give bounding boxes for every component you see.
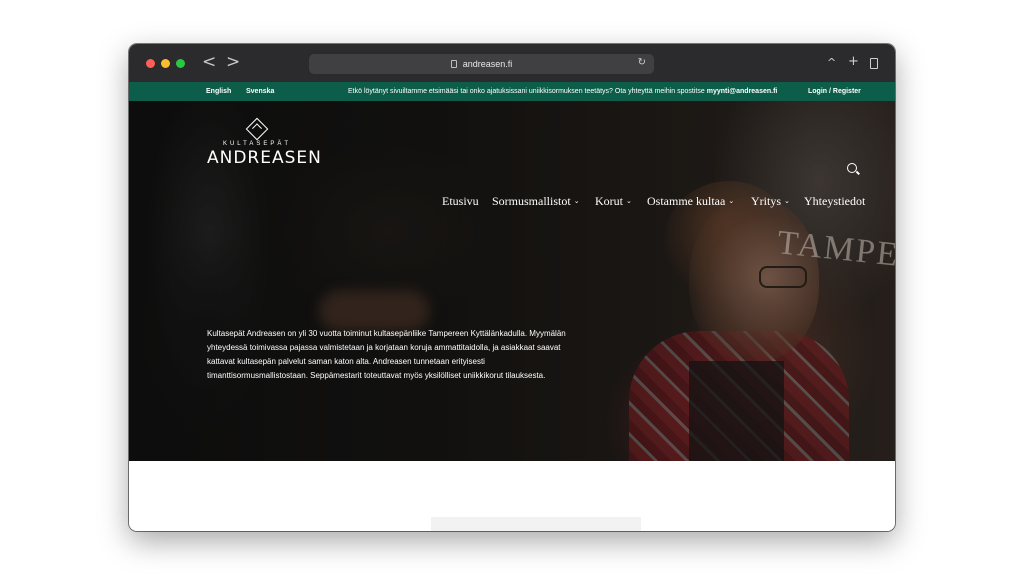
search-icon[interactable] — [847, 163, 857, 173]
share-icon[interactable]: ^ — [827, 56, 836, 69]
url-text: andreasen.fi — [462, 59, 513, 69]
nav-item-etusivu[interactable]: Etusivu — [442, 194, 479, 209]
hero-section: TAMPERE KULTASEPÄT ANDREASEN Etusivu Sor… — [129, 101, 895, 461]
contact-notice-text: Etkö löytänyt sivuiltamme etsimääsi tai … — [348, 88, 705, 95]
nav-label: Korut — [595, 194, 623, 208]
page-icon — [450, 60, 457, 68]
nav-label: Etusivu — [442, 194, 479, 208]
main-navigation: Etusivu Sormusmallistot ⌄ Korut ⌄ Ostamme … — [129, 194, 895, 210]
nav-item-yhteystiedot[interactable]: Yhteystiedot — [804, 194, 865, 209]
nav-label: Yhteystiedot — [804, 194, 866, 208]
language-swedish-link[interactable]: Svenska — [246, 88, 274, 95]
nav-item-sormusmallistot[interactable]: Sormusmallistot ⌄ — [492, 194, 580, 209]
chevron-down-icon: ⌄ — [626, 197, 632, 205]
minimize-window-button[interactable] — [161, 59, 170, 68]
utility-bar: English Svenska Etkö löytänyt sivuiltamm… — [129, 82, 895, 101]
content-area — [129, 461, 895, 531]
hero-paragraph: Kultasepät Andreasen on yli 30 vuotta to… — [207, 329, 566, 380]
reload-icon[interactable]: ↻ — [638, 57, 646, 68]
nav-label: Yritys — [751, 194, 781, 208]
nav-label: Ostamme kultaa — [647, 194, 726, 208]
contact-notice: Etkö löytänyt sivuiltamme etsimääsi tai … — [348, 88, 777, 95]
tabs-icon[interactable] — [870, 58, 878, 69]
nav-item-yritys[interactable]: Yritys ⌄ — [751, 194, 790, 209]
maximize-window-button[interactable] — [176, 59, 185, 68]
browser-window: < > andreasen.fi ↻ ^ + English Svenska E… — [129, 44, 895, 531]
logo-subtitle: KULTASEPÄT — [222, 141, 292, 147]
nav-item-ostamme-kultaa[interactable]: Ostamme kultaa ⌄ — [647, 194, 734, 209]
contact-email-link[interactable]: myynti@andreasen.fi — [707, 88, 778, 95]
diamond-icon — [245, 117, 269, 141]
chevron-down-icon: ⌄ — [784, 197, 790, 205]
plus-icon[interactable]: + — [848, 54, 859, 69]
close-window-button[interactable] — [146, 59, 155, 68]
chevron-down-icon: ⌄ — [728, 197, 735, 205]
logo-title: ANDREASEN — [207, 148, 322, 168]
address-bar[interactable]: andreasen.fi ↻ — [309, 54, 654, 74]
content-placeholder-bar — [431, 517, 641, 531]
chevron-down-icon: ⌄ — [573, 197, 580, 205]
back-icon[interactable]: < — [202, 52, 216, 72]
nav-label: Sormusmallistot — [492, 194, 571, 208]
language-english-link[interactable]: English — [206, 88, 231, 95]
nav-item-korut[interactable]: Korut ⌄ — [595, 194, 632, 209]
browser-titlebar: < > andreasen.fi ↻ ^ + — [129, 44, 895, 82]
login-register-link[interactable]: Login / Register — [808, 88, 861, 95]
site-logo[interactable]: KULTASEPÄT ANDREASEN — [207, 117, 322, 168]
forward-icon[interactable]: > — [226, 52, 240, 72]
